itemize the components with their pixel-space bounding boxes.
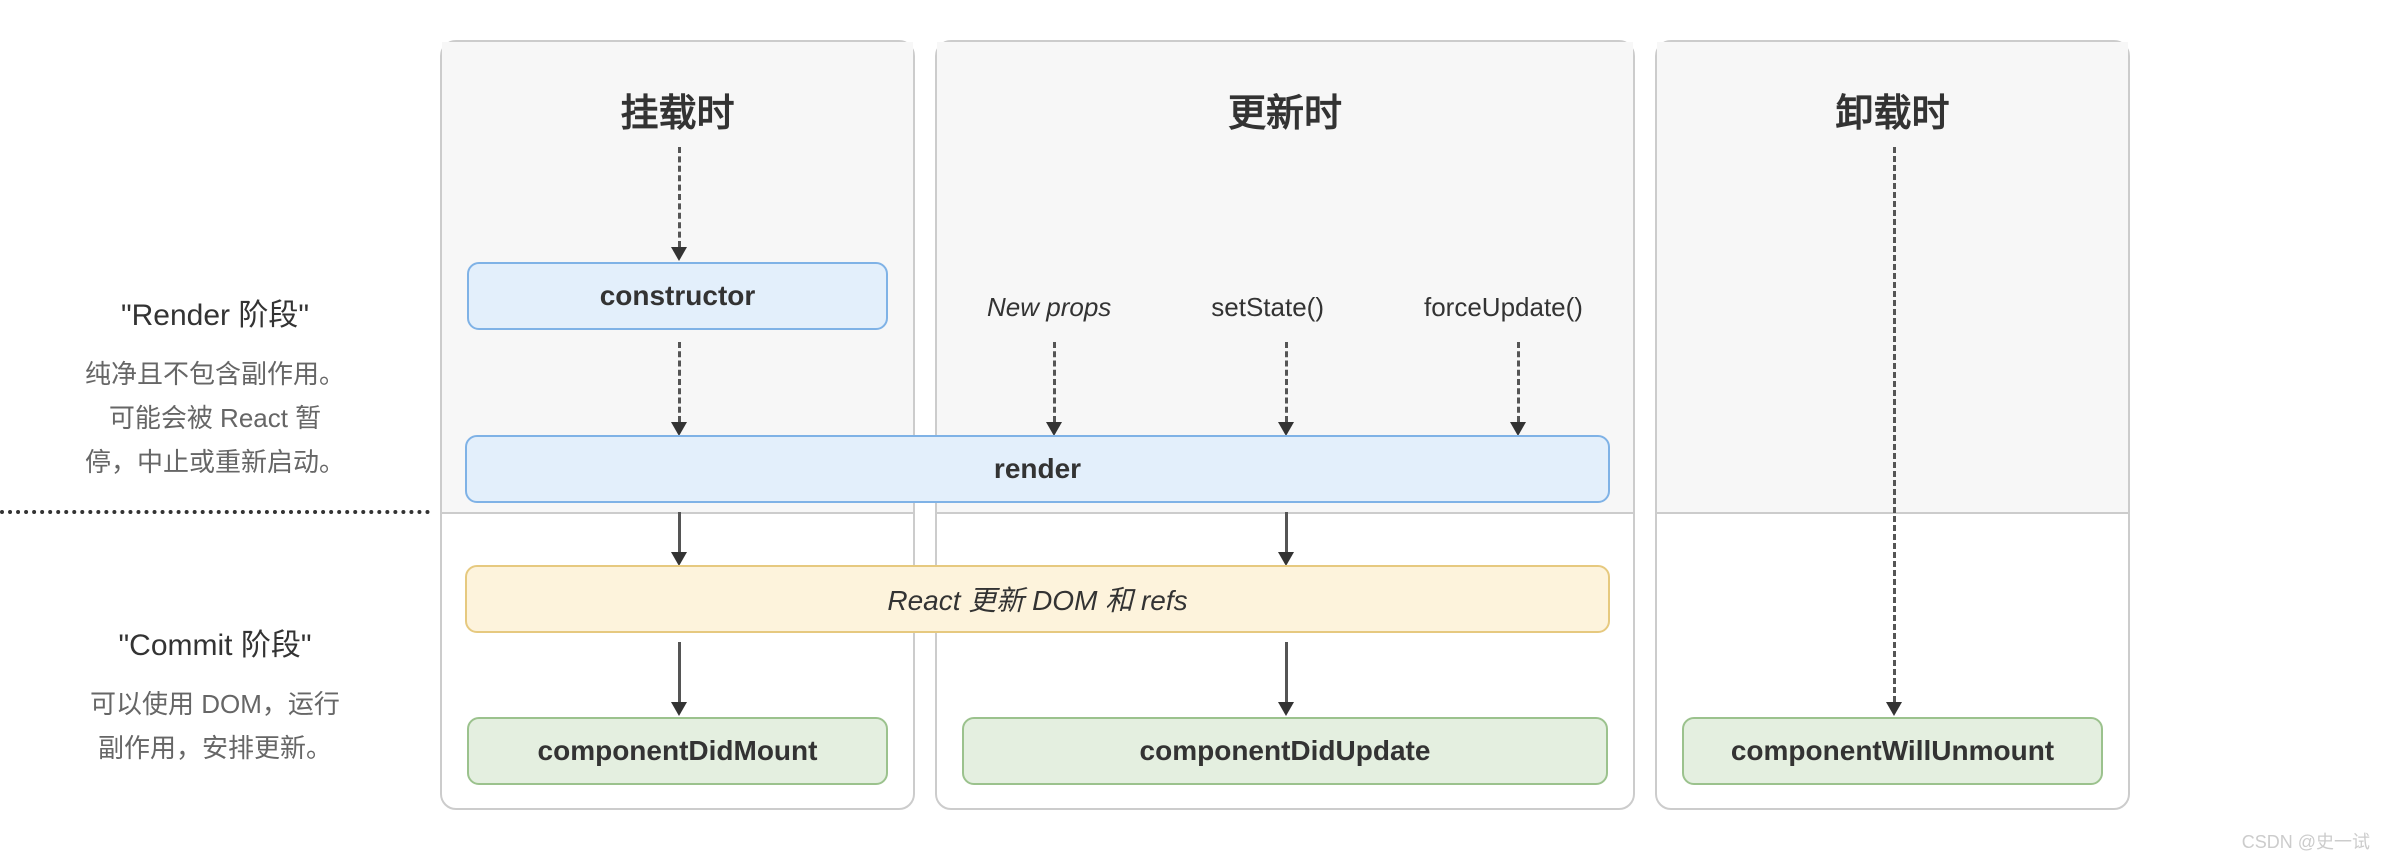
column-mount: 挂载时 constructor componentDidMount [440,40,915,810]
node-react-updates-dom: React 更新 DOM 和 refs [465,565,1610,633]
arrow-line [1285,512,1288,552]
trigger-set-state: setState() [1211,292,1324,323]
node-component-did-mount: componentDidMount [467,717,888,785]
column-update: 更新时 New props setState() forceUpdate() c… [935,40,1635,810]
node-component-did-update: componentDidUpdate [962,717,1608,785]
phase-commit-title: "Commit 阶段" [0,620,430,664]
phase-divider [0,510,430,514]
arrow-line [1285,642,1288,702]
column-update-header: 更新时 [937,42,1633,137]
phase-render-title: "Render 阶段" [0,290,430,334]
arrow-line [678,342,681,422]
node-constructor: constructor [467,262,888,330]
arrow-line [1893,147,1896,702]
arrow-line [678,642,681,702]
trigger-new-props: New props [987,292,1111,323]
arrow-line [1517,342,1520,422]
phase-commit-desc1: 可以使用 DOM，运行 [0,682,430,726]
node-component-will-unmount: componentWillUnmount [1682,717,2103,785]
column-mount-header: 挂载时 [442,42,913,137]
column-unmount: 卸载时 componentWillUnmount [1655,40,2130,810]
watermark: CSDN @史一试 [2242,828,2370,854]
phase-render-desc1: 纯净且不包含副作用。 [0,352,430,396]
arrow-line [678,512,681,552]
arrow-line [678,147,681,247]
arrow-head [671,247,687,261]
phase-render-desc2: 可能会被 React 暂 [0,396,430,440]
arrow-head [671,702,687,716]
arrow-line [1285,342,1288,422]
arrow-head [1278,702,1294,716]
arrow-line [1053,342,1056,422]
column-unmount-header: 卸载时 [1657,42,2128,137]
trigger-force-update: forceUpdate() [1424,292,1583,323]
arrow-head [671,422,687,436]
phase-render-desc3: 停，中止或重新启动。 [0,440,430,484]
arrow-head [1278,552,1294,566]
arrow-head [1886,702,1902,716]
arrow-head [671,552,687,566]
phase-commit-label: "Commit 阶段" 可以使用 DOM，运行 副作用，安排更新。 [0,620,430,770]
phase-render-label: "Render 阶段" 纯净且不包含副作用。 可能会被 React 暂 停，中止… [0,290,430,485]
arrow-head [1278,422,1294,436]
phase-commit-desc2: 副作用，安排更新。 [0,726,430,770]
arrow-head [1510,422,1526,436]
update-triggers: New props setState() forceUpdate() [937,292,1633,323]
node-render: render [465,435,1610,503]
arrow-head [1046,422,1062,436]
